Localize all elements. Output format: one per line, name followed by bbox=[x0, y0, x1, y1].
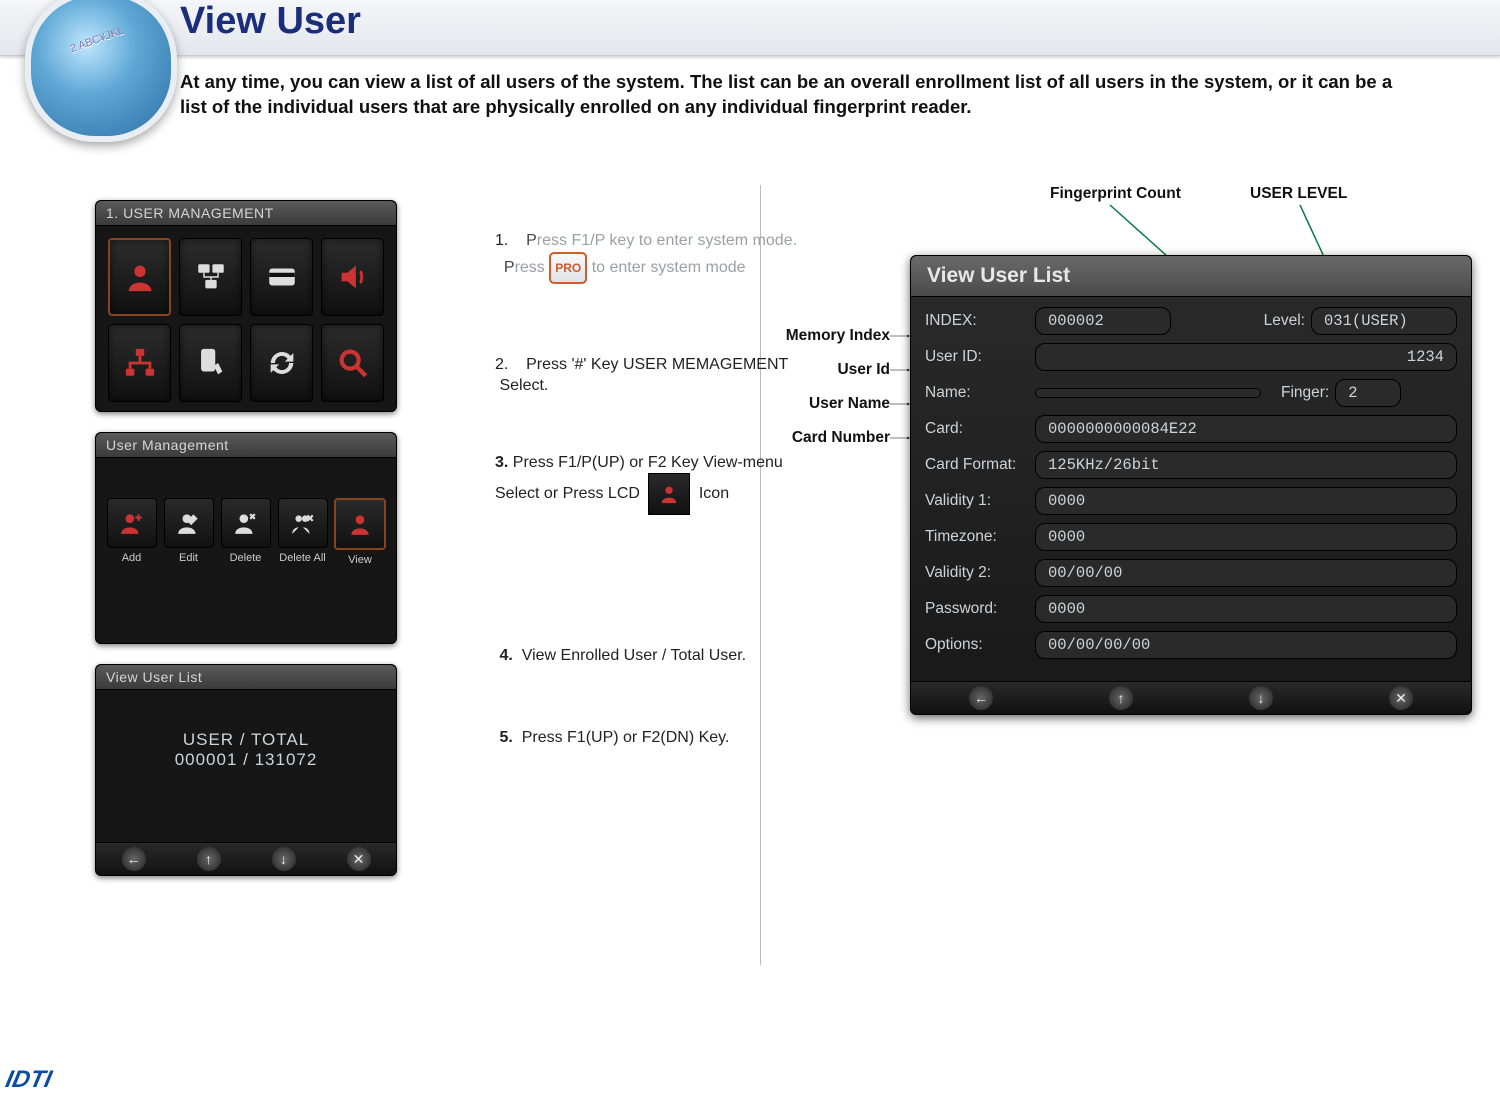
value-timezone: 0000 bbox=[1035, 523, 1457, 551]
label-userid-field: User ID: bbox=[925, 348, 1035, 366]
label-validity2: Validity 2: bbox=[925, 564, 1035, 582]
label-memory-index: Memory Index bbox=[770, 320, 890, 352]
label-user-level: USER LEVEL bbox=[1250, 185, 1347, 203]
tile-touch-icon[interactable] bbox=[179, 324, 242, 402]
label-timezone: Timezone: bbox=[925, 528, 1035, 546]
value-options: 00/00/00/00 bbox=[1035, 631, 1457, 659]
nav-close-icon[interactable]: ✕ bbox=[347, 847, 371, 871]
nav-back-icon[interactable]: ← bbox=[969, 686, 993, 710]
step3-tail: Icon bbox=[699, 486, 729, 503]
step1-num: 1. bbox=[495, 232, 508, 249]
panel-title: 1. USER MANAGEMENT bbox=[96, 201, 396, 226]
value-cardfmt: 125KHz/26bit bbox=[1035, 451, 1457, 479]
panel-title: User Management bbox=[96, 433, 396, 458]
nav-close-icon[interactable]: ✕ bbox=[1389, 686, 1413, 710]
menu-edit[interactable]: Edit bbox=[163, 498, 214, 566]
label-fingerprint-count: Fingerprint Count bbox=[1050, 185, 1181, 203]
menu-delete[interactable]: Delete bbox=[220, 498, 271, 566]
value-validity2: 00/00/00 bbox=[1035, 559, 1457, 587]
label-card: Card: bbox=[925, 420, 1035, 438]
corner-graphic bbox=[25, 0, 177, 142]
tile-card-icon[interactable] bbox=[250, 238, 313, 316]
tile-network-icon[interactable] bbox=[179, 238, 242, 316]
value-userid: 1234 bbox=[1035, 343, 1457, 371]
tile-org-icon[interactable] bbox=[108, 324, 171, 402]
counter-header: USER / TOTAL bbox=[96, 730, 396, 750]
value-card: 0000000000084E22 bbox=[1035, 415, 1457, 443]
panel-user-management-menu: User Management Add Edit Delete Delete A… bbox=[95, 432, 397, 644]
pro-badge: PRO bbox=[549, 252, 587, 284]
tile-search-icon[interactable] bbox=[321, 324, 384, 402]
label-user-name: User Name bbox=[770, 388, 890, 420]
counter-values: 000001 / 131072 bbox=[96, 750, 396, 770]
tile-sound-icon[interactable] bbox=[321, 238, 384, 316]
step2-text: Press '#' Key USER MEMAGEMENT bbox=[526, 356, 788, 373]
label-options: Options: bbox=[925, 636, 1035, 654]
step3-num: 3. bbox=[495, 454, 508, 471]
value-index: 000002 bbox=[1035, 307, 1171, 335]
value-finger: 2 bbox=[1335, 379, 1401, 407]
tile-user-icon[interactable] bbox=[108, 238, 171, 316]
step1-tail: to enter system mode bbox=[592, 259, 746, 276]
label-cardfmt: Card Format: bbox=[925, 456, 1035, 474]
panel-user-management-grid: 1. USER MANAGEMENT bbox=[95, 200, 397, 412]
value-name bbox=[1035, 388, 1261, 398]
step2-num: 2. bbox=[495, 356, 508, 373]
logo: IDTI bbox=[3, 1066, 54, 1094]
lcd-view-icon bbox=[648, 473, 690, 515]
nav-down-icon[interactable]: ↓ bbox=[1249, 686, 1273, 710]
label-index: INDEX: bbox=[925, 312, 1035, 330]
label-finger: Finger: bbox=[1281, 384, 1329, 402]
detail-title: View User List bbox=[911, 256, 1471, 297]
step5-text: Press F1(UP) or F2(DN) Key. bbox=[522, 729, 730, 746]
nav-down-icon[interactable]: ↓ bbox=[272, 847, 296, 871]
label-level: Level: bbox=[1264, 312, 1305, 330]
step4-text: View Enrolled User / Total User. bbox=[522, 647, 746, 664]
label-validity1: Validity 1: bbox=[925, 492, 1035, 510]
step2-tail: Select. bbox=[499, 377, 548, 394]
panel-title: View User List bbox=[96, 665, 396, 690]
panel-view-user-list-small: View User List USER / TOTAL 000001 / 131… bbox=[95, 664, 397, 876]
label-password: Password: bbox=[925, 600, 1035, 618]
value-password: 0000 bbox=[1035, 595, 1457, 623]
nav-back-icon[interactable]: ← bbox=[122, 847, 146, 871]
page-title: View User bbox=[180, 0, 361, 43]
intro-text: At any time, you can view a list of all … bbox=[180, 70, 1420, 120]
nav-up-icon[interactable]: ↑ bbox=[197, 847, 221, 871]
value-validity1: 0000 bbox=[1035, 487, 1457, 515]
step4-num: 4. bbox=[499, 647, 512, 664]
value-level: 031(USER) bbox=[1311, 307, 1457, 335]
step1-text: ress F1/P key to enter system mode. bbox=[537, 232, 797, 249]
label-card-number: Card Number bbox=[770, 422, 890, 454]
menu-delete-all[interactable]: Delete All bbox=[277, 498, 328, 566]
panel-view-user-detail: View User List INDEX: 000002 Level: 031(… bbox=[910, 255, 1472, 715]
label-user-id: User Id bbox=[770, 354, 890, 386]
step5-num: 5. bbox=[499, 729, 512, 746]
step3-text: Press F1/P(UP) or F2 Key View-menu Selec… bbox=[495, 454, 783, 503]
nav-up-icon[interactable]: ↑ bbox=[1109, 686, 1133, 710]
tile-sync-icon[interactable] bbox=[250, 324, 313, 402]
label-name-field: Name: bbox=[925, 384, 1035, 402]
menu-view[interactable]: View bbox=[334, 498, 386, 566]
menu-add[interactable]: Add bbox=[106, 498, 157, 566]
